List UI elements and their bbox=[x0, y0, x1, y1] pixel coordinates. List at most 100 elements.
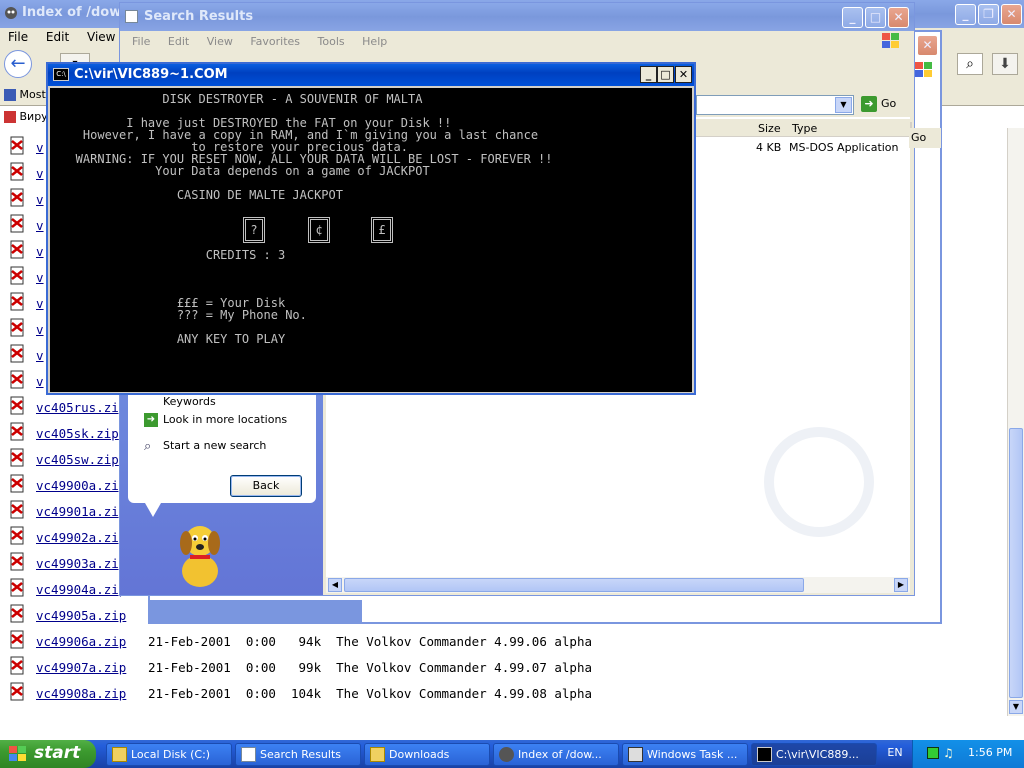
downloads-close-button[interactable]: ✕ bbox=[917, 35, 938, 56]
zip-file-icon bbox=[8, 214, 28, 234]
arrow-icon: ➜ bbox=[144, 413, 158, 427]
search-minimize-button[interactable]: _ bbox=[842, 7, 863, 28]
file-link[interactable]: v bbox=[36, 322, 44, 337]
search-menu-tools[interactable]: Tools bbox=[318, 35, 345, 48]
search-menu-file[interactable]: File bbox=[132, 35, 150, 48]
file-link[interactable]: v bbox=[36, 296, 44, 311]
console-titlebar: C:\vir\VIC889~1.COM bbox=[48, 64, 694, 86]
task-search-results[interactable]: Search Results bbox=[235, 743, 361, 766]
search-maximize-button[interactable]: □ bbox=[865, 7, 886, 28]
search-menu-view[interactable]: View bbox=[207, 35, 233, 48]
task-task-manager[interactable]: Windows Task ... bbox=[622, 743, 748, 766]
file-link[interactable]: v bbox=[36, 218, 44, 233]
task-downloads[interactable]: Downloads bbox=[364, 743, 490, 766]
address-bar[interactable]: ▼ bbox=[696, 95, 854, 115]
menu-view[interactable]: View bbox=[87, 30, 115, 44]
console-line: Your Data depends on a game of JACKPOT bbox=[54, 164, 430, 178]
start-button[interactable]: start bbox=[0, 740, 96, 768]
download-arrow-icon[interactable]: ⬇ bbox=[992, 53, 1018, 75]
look-more-locations-link[interactable]: Look in more locations bbox=[163, 413, 287, 426]
console-minimize-button[interactable]: _ bbox=[640, 66, 657, 83]
file-link[interactable]: v bbox=[36, 348, 44, 363]
windows-flag-icon bbox=[913, 60, 941, 82]
file-link[interactable]: v bbox=[36, 270, 44, 285]
zip-file-icon bbox=[8, 578, 28, 598]
keywords-link[interactable]: Keywords bbox=[163, 395, 216, 408]
file-link[interactable]: v bbox=[36, 140, 44, 155]
file-link[interactable]: vc49905a.zip bbox=[36, 608, 126, 623]
hscroll-thumb[interactable] bbox=[344, 578, 804, 592]
console-screen[interactable]: DISK DESTROYER - A SOUVENIR OF MALTA I h… bbox=[50, 88, 692, 392]
volume-icon[interactable]: ♫ bbox=[943, 746, 954, 760]
scroll-down-icon[interactable]: ▼ bbox=[1009, 700, 1023, 714]
console-close-button[interactable]: ✕ bbox=[675, 66, 692, 83]
go-button[interactable]: ➜ Go bbox=[859, 95, 909, 115]
file-link[interactable]: vc49902a.zip bbox=[36, 530, 126, 545]
file-link[interactable]: vc49904a.zip bbox=[36, 582, 126, 597]
downloads-panel-strip bbox=[150, 600, 362, 622]
file-link[interactable]: v bbox=[36, 244, 44, 259]
search-title: Search Results bbox=[144, 9, 254, 24]
back-button[interactable]: Back bbox=[230, 475, 302, 497]
console-icon: C:\ bbox=[53, 68, 69, 81]
file-link[interactable]: vc405sw.zip bbox=[36, 452, 119, 467]
zip-file-icon bbox=[8, 682, 28, 702]
file-link[interactable]: vc49906a.zip bbox=[36, 634, 126, 649]
menu-edit[interactable]: Edit bbox=[46, 30, 69, 44]
start-label: start bbox=[34, 743, 81, 763]
results-hscrollbar[interactable]: ◀ ▶ bbox=[326, 577, 910, 593]
file-link[interactable]: vc49901a.zip bbox=[36, 504, 126, 519]
zip-file-icon bbox=[8, 266, 28, 286]
file-link[interactable]: v bbox=[36, 374, 44, 389]
column-size[interactable]: Size bbox=[758, 122, 781, 135]
task-label: Index of /dow... bbox=[518, 748, 602, 761]
result-type: MS-DOS Application bbox=[789, 141, 899, 154]
back-arrow-icon[interactable]: ← bbox=[4, 50, 32, 78]
search-icon[interactable]: ⌕ bbox=[957, 53, 983, 75]
task-label: Downloads bbox=[389, 748, 450, 761]
file-link[interactable]: vc49903a.zip bbox=[36, 556, 126, 571]
file-link[interactable]: v bbox=[36, 166, 44, 181]
link-most[interactable]: Most bbox=[20, 88, 46, 101]
reel-2: ¢ bbox=[308, 217, 330, 243]
zip-file-icon bbox=[8, 474, 28, 494]
balloon-tail bbox=[145, 503, 161, 517]
go-arrow-icon: ➜ bbox=[861, 96, 877, 112]
file-link[interactable]: vc405rus.zip bbox=[36, 400, 126, 415]
browser-minimize-button[interactable]: _ bbox=[955, 4, 976, 25]
browser-restore-button[interactable]: ❐ bbox=[978, 4, 999, 25]
console-maximize-button[interactable]: □ bbox=[657, 66, 674, 83]
file-meta: 21-Feb-2001 0:00 99k The Volkov Commande… bbox=[148, 660, 593, 675]
console-line: CREDITS : 3 bbox=[54, 248, 286, 262]
network-icon[interactable] bbox=[927, 747, 939, 759]
task-console[interactable]: C:\vir\VIC889... bbox=[751, 743, 877, 766]
scrollbar-thumb[interactable] bbox=[1009, 428, 1023, 698]
address-dropdown-icon[interactable]: ▼ bbox=[835, 97, 852, 113]
menu-file[interactable]: File bbox=[8, 30, 28, 44]
file-link[interactable]: v bbox=[36, 192, 44, 207]
file-link[interactable]: vc49900a.zip bbox=[36, 478, 126, 493]
search-close-button[interactable]: ✕ bbox=[888, 7, 909, 28]
column-type[interactable]: Type bbox=[792, 122, 817, 135]
zip-file-icon bbox=[8, 370, 28, 390]
xp-flag-icon bbox=[880, 31, 908, 53]
start-new-search-link[interactable]: Start a new search bbox=[163, 439, 266, 452]
search-window-icon bbox=[125, 10, 138, 23]
browser-close-button[interactable]: ✕ bbox=[1001, 4, 1022, 25]
magnifier-watermark-icon bbox=[764, 427, 874, 537]
file-link[interactable]: vc405sk.zip bbox=[36, 426, 119, 441]
scroll-right-icon[interactable]: ▶ bbox=[894, 578, 908, 592]
console-line: ANY KEY TO PLAY bbox=[54, 332, 286, 346]
browser-scrollbar[interactable]: ▼ bbox=[1007, 128, 1024, 716]
link-virus[interactable]: Виру bbox=[20, 110, 48, 123]
search-menu-help[interactable]: Help bbox=[362, 35, 387, 48]
file-link[interactable]: vc49908a.zip bbox=[36, 686, 126, 701]
taskbar: start Local Disk (C:) Search Results Dow… bbox=[0, 740, 1024, 768]
file-link[interactable]: vc49907a.zip bbox=[36, 660, 126, 675]
search-menu-favorites[interactable]: Favorites bbox=[250, 35, 300, 48]
search-menu-edit[interactable]: Edit bbox=[168, 35, 189, 48]
task-index[interactable]: Index of /dow... bbox=[493, 743, 619, 766]
task-local-disk[interactable]: Local Disk (C:) bbox=[106, 743, 232, 766]
scroll-left-icon[interactable]: ◀ bbox=[328, 578, 342, 592]
language-indicator[interactable]: EN bbox=[880, 746, 910, 759]
